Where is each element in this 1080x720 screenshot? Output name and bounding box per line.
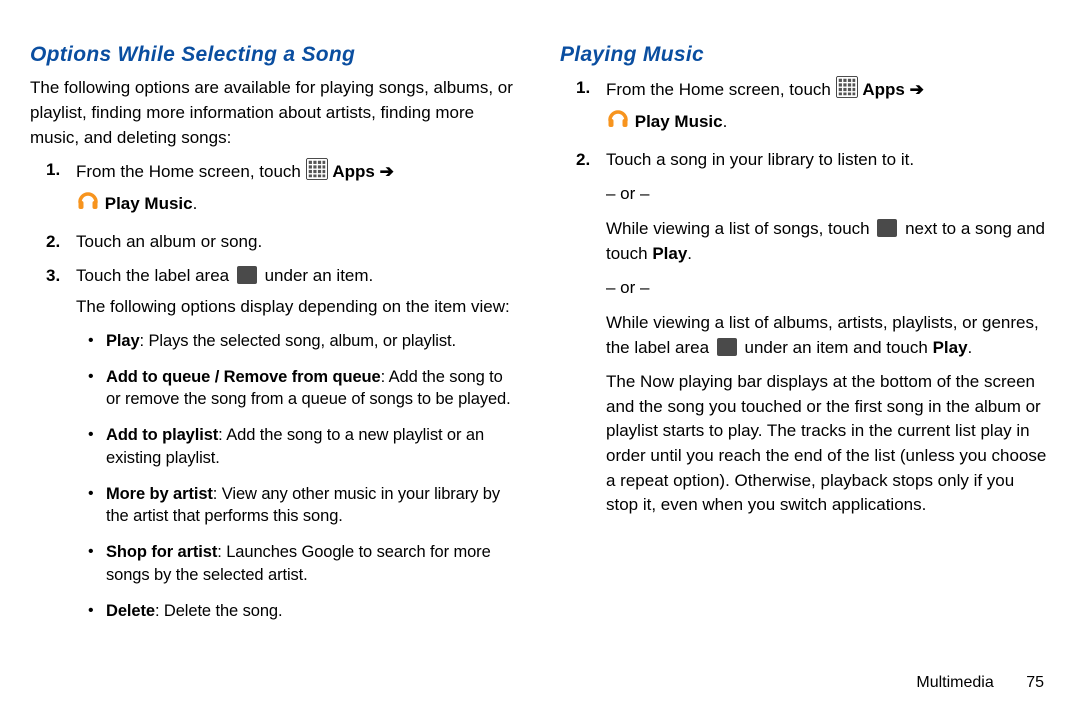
right-column: Playing Music From the Home screen, touc…	[560, 40, 1050, 636]
arrow-icon: ➔	[910, 80, 924, 99]
bullet-delete: Delete: Delete the song.	[30, 600, 520, 622]
footer-page-number: 75	[1026, 674, 1044, 691]
apps-icon	[306, 158, 328, 188]
or-separator-1: – or –	[560, 182, 1050, 207]
step-1: From the Home screen, touch	[30, 158, 520, 219]
apps-label: Apps	[332, 162, 379, 181]
page-footer: Multimedia 75	[916, 674, 1044, 692]
right-step-2: Touch a song in your library to listen t…	[560, 148, 1050, 173]
heading-options: Options While Selecting a Song	[30, 40, 520, 70]
or-separator-2: – or –	[560, 276, 1050, 301]
options-bullet-list: Play: Plays the selected song, album, or…	[30, 330, 520, 623]
step-3: Touch the label area under an item. The …	[30, 264, 520, 319]
step3-text-a: Touch the label area	[76, 266, 234, 285]
arrow-icon: ➔	[380, 162, 394, 181]
while-list-albums: While viewing a list of albums, artists,…	[560, 311, 1050, 360]
r-step1-text-a: From the Home screen, touch	[606, 80, 836, 99]
label-block-icon	[717, 338, 737, 356]
step-2: Touch an album or song.	[30, 230, 520, 255]
step3-followup: The following options display depending …	[76, 297, 510, 316]
apps-label: Apps	[862, 80, 909, 99]
step3-text-b: under an item.	[265, 266, 374, 285]
apps-icon	[836, 76, 858, 106]
play-music-label: Play Music	[105, 194, 193, 213]
play-music-icon	[606, 106, 630, 138]
heading-playing: Playing Music	[560, 40, 1050, 70]
play-music-icon	[76, 188, 100, 220]
intro-paragraph: The following options are available for …	[30, 76, 520, 150]
right-step-1: From the Home screen, touch	[560, 76, 1050, 137]
bullet-add-queue: Add to queue / Remove from queue: Add th…	[30, 366, 520, 411]
label-block-icon	[877, 219, 897, 237]
play-music-label: Play Music	[635, 112, 723, 131]
bullet-add-playlist: Add to playlist: Add the song to a new p…	[30, 424, 520, 469]
while-list-songs: While viewing a list of songs, touch nex…	[560, 217, 1050, 266]
bullet-more-artist: More by artist: View any other music in …	[30, 483, 520, 528]
bullet-shop-artist: Shop for artist: Launches Google to sear…	[30, 541, 520, 586]
bullet-play: Play: Plays the selected song, album, or…	[30, 330, 520, 352]
label-block-icon	[237, 266, 257, 284]
step1-text-a: From the Home screen, touch	[76, 162, 306, 181]
footer-section: Multimedia	[916, 674, 993, 691]
left-column: Options While Selecting a Song The follo…	[30, 40, 520, 636]
document-page: Options While Selecting a Song The follo…	[0, 0, 1080, 720]
now-playing-paragraph: The Now playing bar displays at the bott…	[560, 370, 1050, 518]
